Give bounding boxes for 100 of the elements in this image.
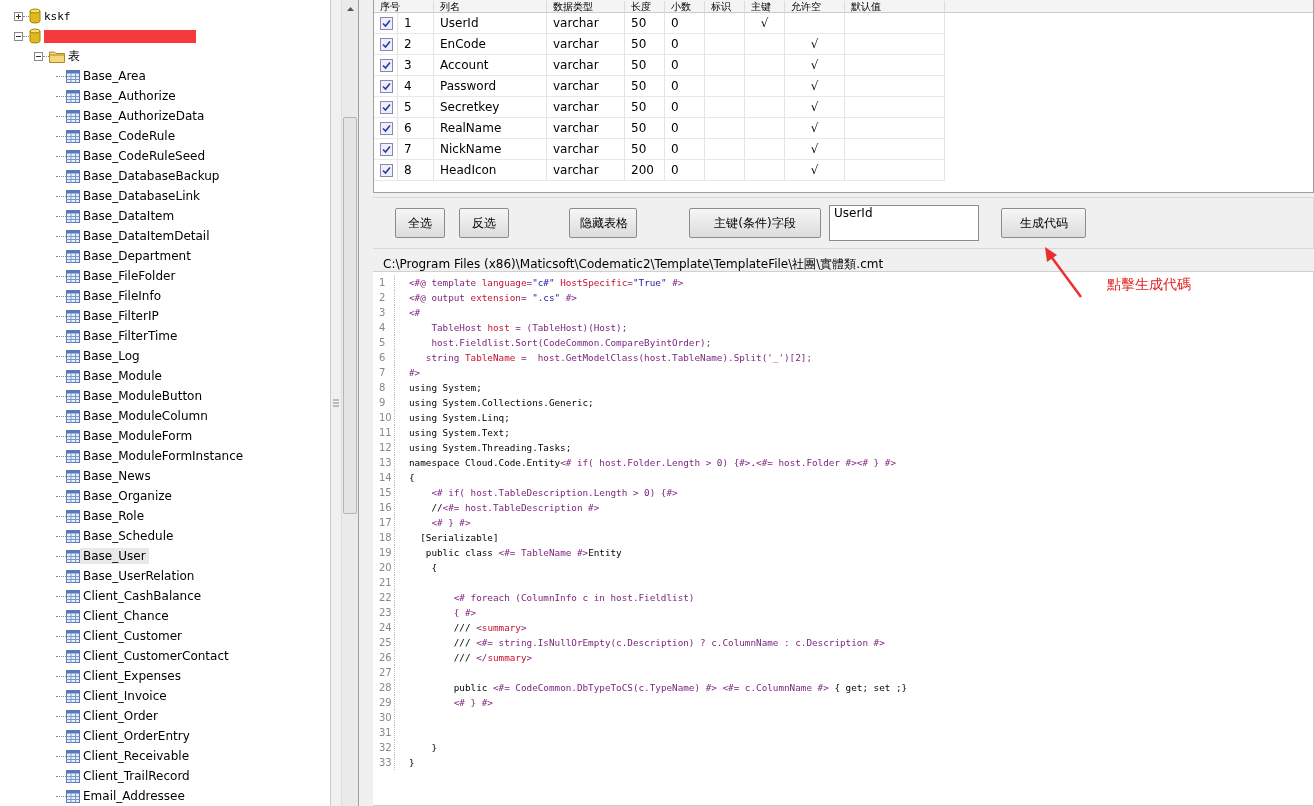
table-cell: √ — [785, 97, 845, 118]
tree-item[interactable]: Base_Organize — [80, 488, 175, 504]
tree-item[interactable]: Base_Area — [80, 68, 149, 84]
column-header[interactable]: 列名 — [434, 1, 547, 12]
code-line: } — [430, 742, 437, 753]
tree-item[interactable]: Client_OrderEntry — [80, 728, 193, 744]
tree-item[interactable]: Client_Chance — [80, 608, 172, 624]
scroll-thumb[interactable] — [343, 117, 357, 514]
tree-item[interactable]: Base_FileFolder — [80, 268, 179, 284]
tree-item[interactable]: Client_Receivable — [80, 748, 193, 764]
column-header[interactable]: 允许空 — [785, 1, 845, 12]
line-number: 25 — [373, 635, 395, 650]
line-number: 1 — [373, 275, 395, 290]
tree-item[interactable]: Client_CashBalance — [80, 588, 205, 604]
line-number: 19 — [373, 545, 395, 560]
table-icon — [66, 749, 80, 763]
row-checkbox[interactable] — [380, 37, 393, 51]
tree-item[interactable]: Base_DatabaseBackup — [80, 168, 223, 184]
tree-item[interactable]: Client_Expenses — [80, 668, 184, 684]
tree-item[interactable]: Base_Log — [80, 348, 143, 364]
tree-item[interactable]: Base_Module — [80, 368, 165, 384]
row-checkbox[interactable] — [380, 121, 393, 135]
table-cell: √ — [785, 118, 845, 139]
tree-item[interactable]: Base_CodeRule — [80, 128, 179, 144]
tree-item[interactable]: Base_FilterIP — [80, 308, 162, 324]
column-header[interactable]: 主键 — [745, 1, 785, 12]
toolbar-button[interactable]: 全选 — [395, 208, 445, 238]
line-number: 11 — [373, 425, 395, 440]
tree-item[interactable]: Base_DataItemDetail — [80, 228, 213, 244]
table-icon — [66, 269, 80, 283]
database-icon — [29, 8, 41, 24]
tree-item[interactable]: Base_ModuleButton — [80, 388, 206, 404]
expand-toggle[interactable] — [14, 11, 23, 21]
tree-item[interactable]: 表 — [65, 46, 83, 66]
table-cell: RealName — [434, 118, 547, 139]
toolbar-button[interactable]: 反选 — [459, 208, 509, 238]
tree-item[interactable]: kskf — [41, 8, 74, 24]
tree-item[interactable]: Base_Schedule — [80, 528, 177, 544]
table-cell — [745, 76, 785, 97]
tree-item[interactable]: Base_CodeRuleSeed — [80, 148, 209, 164]
table-cell: HeadIcon — [434, 160, 547, 181]
tree-item[interactable]: Base_FileInfo — [80, 288, 164, 304]
tree-item[interactable]: Base_ModuleColumn — [80, 408, 211, 424]
generate-code-button[interactable]: 生成代码 — [1001, 208, 1086, 238]
row-checkbox[interactable] — [380, 100, 393, 114]
tree-item[interactable]: Base_AuthorizeData — [80, 108, 208, 124]
code-line: TableHost host = (TableHost)(Host); — [430, 322, 628, 333]
code-line: using System; — [408, 382, 482, 393]
expand-toggle[interactable] — [34, 51, 43, 61]
column-header[interactable]: 序号 — [374, 1, 434, 12]
column-header[interactable]: 长度 — [625, 1, 665, 12]
line-number: 5 — [373, 335, 395, 350]
column-header[interactable]: 数据类型 — [547, 1, 625, 12]
row-checkbox[interactable] — [380, 58, 393, 72]
tree-item[interactable]: Client_Order — [80, 708, 161, 724]
row-checkbox[interactable] — [380, 163, 393, 177]
table-cell: EnCode — [434, 34, 547, 55]
scroll-up-icon[interactable] — [346, 6, 354, 11]
table-icon — [66, 289, 80, 303]
tree-item[interactable]: Email_Addressee — [80, 788, 188, 804]
tree-item[interactable]: Base_DataItem — [80, 208, 178, 224]
expand-toggle[interactable] — [14, 31, 23, 41]
tree-item[interactable]: Base_Department — [80, 248, 194, 264]
tree-item[interactable]: Client_TrailRecord — [80, 768, 193, 784]
tree-item[interactable]: Client_Invoice — [80, 688, 170, 704]
table-cell: UserId — [434, 13, 547, 34]
row-checkbox[interactable] — [380, 16, 393, 30]
code-line: <# — [408, 307, 421, 318]
line-number: 26 — [373, 650, 395, 665]
toolbar-button[interactable]: 隐藏表格 — [569, 208, 637, 238]
tree-item[interactable]: Base_DatabaseLink — [80, 188, 204, 204]
table-cell — [745, 160, 785, 181]
tree-item[interactable]: Base_Role — [80, 508, 148, 524]
table-cell — [745, 97, 785, 118]
tree-item[interactable]: Base_FilterTime — [80, 328, 181, 344]
tree-item[interactable]: Base_ModuleForm — [80, 428, 196, 444]
table-cell: √ — [785, 34, 845, 55]
row-checkbox[interactable] — [380, 79, 393, 93]
tree-item[interactable]: Base_ModuleFormInstance — [80, 448, 247, 464]
table-cell: 50 — [625, 76, 665, 97]
toolbar-button[interactable]: 主键(条件)字段 — [689, 208, 821, 238]
table-icon — [66, 629, 80, 643]
table-cell: 200 — [625, 160, 665, 181]
line-number: 15 — [373, 485, 395, 500]
column-header[interactable]: 默认值 — [845, 1, 945, 12]
line-number: 17 — [373, 515, 395, 530]
code-line: } — [408, 757, 415, 768]
tree-item[interactable]: Client_CustomerContact — [80, 648, 232, 664]
line-number: 32 — [373, 740, 395, 755]
key-field-input[interactable]: UserId — [829, 205, 979, 241]
tree-item[interactable]: Base_Authorize — [80, 88, 179, 104]
tree-item[interactable]: Base_News — [80, 468, 154, 484]
tree-item[interactable]: Base_UserRelation — [80, 568, 198, 584]
splitter-grip-icon[interactable] — [333, 399, 339, 407]
column-header[interactable]: 标识 — [705, 1, 745, 12]
scrollbar[interactable] — [341, 0, 358, 806]
tree-item[interactable]: Client_Customer — [80, 628, 186, 644]
row-checkbox[interactable] — [380, 142, 393, 156]
tree-item[interactable]: Base_User — [80, 548, 149, 564]
column-header[interactable]: 小数 — [665, 1, 705, 12]
